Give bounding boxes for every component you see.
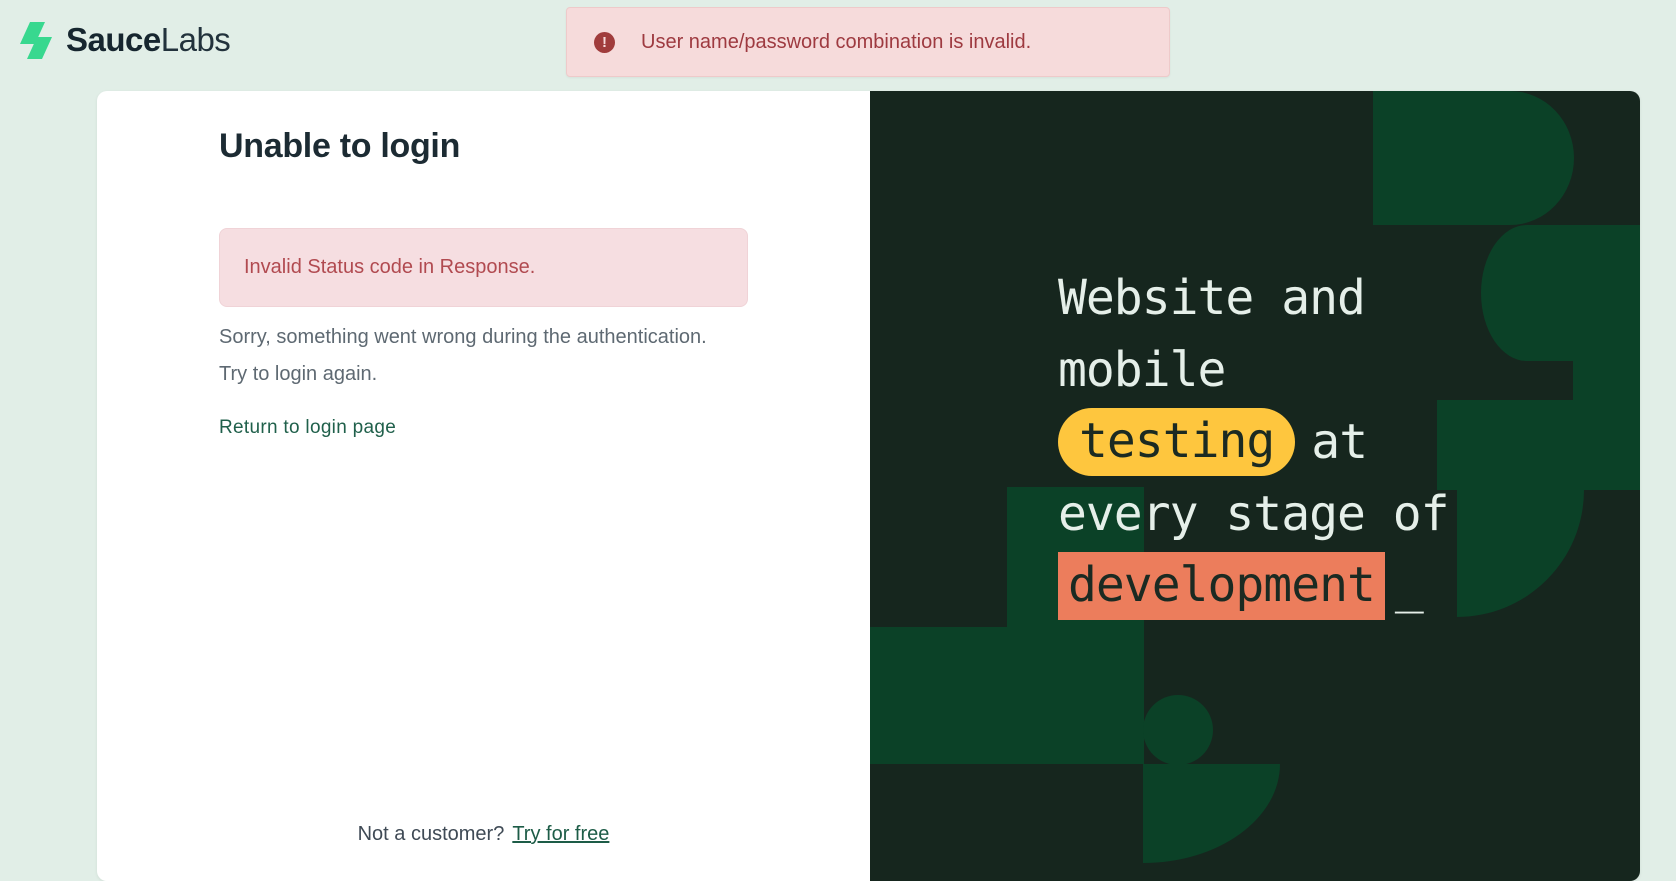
decor-circle	[1143, 695, 1213, 765]
error-description-line1: Sorry, something went wrong during the a…	[219, 319, 759, 356]
decor-square-top	[1373, 91, 1510, 225]
promo-headline: Website and mobile testing at every stag…	[1058, 262, 1449, 622]
global-error-banner: ! User name/password combination is inva…	[566, 7, 1170, 77]
exclamation-circle-icon: !	[594, 32, 615, 53]
headline-line-4: every stage of	[1058, 478, 1449, 550]
headline-cursor: _	[1395, 558, 1423, 614]
card-footer: Not a customer? Try for free	[97, 823, 870, 846]
login-error-container: Unable to login Invalid Status code in R…	[97, 91, 1640, 881]
headline-highlight-testing: testing	[1058, 408, 1295, 476]
page-title: Unable to login	[219, 127, 460, 166]
saucelabs-logo-text: SauceLabs	[66, 21, 230, 59]
not-a-customer-text: Not a customer?	[358, 823, 505, 845]
headline-line-5: development _	[1058, 550, 1449, 622]
login-error-card: Unable to login Invalid Status code in R…	[97, 91, 870, 881]
decor-halfdisc-top	[1510, 91, 1574, 225]
decor-quarterdisc-mid	[1457, 490, 1584, 617]
error-description: Sorry, something went wrong during the a…	[219, 319, 759, 393]
try-for-free-link[interactable]: Try for free	[512, 823, 609, 845]
logo-word-sauce: Sauce	[66, 21, 161, 58]
saucelabs-logo[interactable]: SauceLabs	[14, 18, 230, 62]
saucelabs-logo-icon	[14, 18, 58, 62]
inline-error-message: Invalid Status code in Response.	[244, 256, 535, 279]
logo-word-labs: Labs	[161, 21, 231, 58]
global-error-message: User name/password combination is invali…	[641, 31, 1031, 54]
headline-line-3: testing at	[1058, 406, 1449, 478]
inline-error-box: Invalid Status code in Response.	[219, 228, 748, 307]
headline-line-3-rest: at	[1311, 414, 1367, 470]
headline-line-1: Website and	[1058, 262, 1449, 334]
decor-square-bottom	[870, 627, 1007, 764]
decor-quarterdisc-bottom	[1143, 764, 1280, 863]
decor-rect-mid	[1437, 400, 1640, 490]
decor-halfdisc-left	[1481, 225, 1573, 361]
error-description-line2: Try to login again.	[219, 356, 759, 393]
headline-highlight-development: development	[1058, 552, 1385, 620]
headline-line-2: mobile	[1058, 334, 1449, 406]
promo-panel: Website and mobile testing at every stag…	[870, 91, 1640, 881]
return-to-login-link[interactable]: Return to login page	[219, 417, 396, 439]
